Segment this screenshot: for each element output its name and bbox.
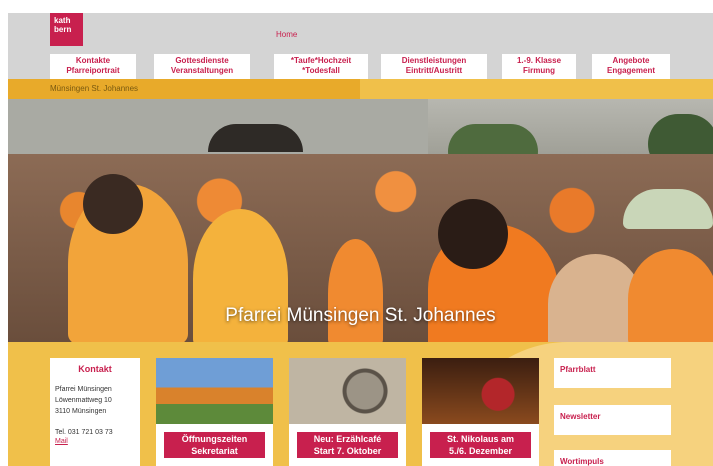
nav-klasse[interactable]: 1.-9. Klasse Firmung xyxy=(502,54,576,79)
nav-taufe[interactable]: *Taufe*Hochzeit *Todesfall xyxy=(274,54,368,79)
logo-line-1: kath xyxy=(54,16,71,25)
kontakt-phone: Tel. 031 721 03 73 xyxy=(55,429,113,436)
hero-image: Pfarrei Münsingen St. Johannes xyxy=(8,99,713,342)
kontakt-mail-link[interactable]: Mail xyxy=(55,438,135,445)
tile-image-nikolaus xyxy=(422,358,539,424)
nav-label: Pfarreiportrait xyxy=(66,66,120,75)
breadcrumb-bar: Münsingen St. Johannes xyxy=(8,79,713,99)
nav-label: Dienstleistungen xyxy=(401,56,467,65)
hero-person-head xyxy=(438,199,508,269)
tile-label-line: 5./6. Dezember xyxy=(448,446,513,456)
tile-label-line: Start 7. Oktober xyxy=(313,446,382,456)
kontakt-city: 3110 Münsingen xyxy=(55,408,107,415)
kath-bern-logo[interactable]: kath bern xyxy=(50,13,83,46)
nav-label: Firmung xyxy=(523,66,555,75)
hero-person-head xyxy=(83,174,143,234)
nav-angebote[interactable]: Angebote Engagement xyxy=(592,54,670,79)
nav-label: Eintritt/Austritt xyxy=(405,66,463,75)
tile-label-line: Sekretariat xyxy=(191,446,238,456)
nav-label: Angebote xyxy=(612,56,650,65)
home-link[interactable]: Home xyxy=(276,30,297,39)
kontakt-name: Pfarrei Münsingen xyxy=(55,386,112,393)
nav-dienstleistungen[interactable]: Dienstleistungen Eintritt/Austritt xyxy=(381,54,487,79)
nav-label: *Todesfall xyxy=(302,66,340,75)
nav-label: Gottesdienste xyxy=(175,56,229,65)
nav-gottesdienste[interactable]: Gottesdienste Veranstaltungen xyxy=(154,54,250,79)
nav-label: 1.-9. Klasse xyxy=(516,56,562,65)
main-nav: Kontakte Pfarreiportrait Gottesdienste V… xyxy=(8,54,713,79)
tile-label-line: St. Nikolaus am xyxy=(446,434,515,444)
nav-label: Veranstaltungen xyxy=(170,66,234,75)
content-area: Kontakt Pfarrei Münsingen Löwenmattweg 1… xyxy=(8,342,713,466)
tile-erzaehlcafe[interactable]: Neu: Erzählcafé Start 7. Oktober xyxy=(289,358,406,466)
tile-nikolaus[interactable]: St. Nikolaus am 5./6. Dezember xyxy=(422,358,539,466)
hero-hat xyxy=(623,189,713,229)
kontakt-street: Löwenmattweg 10 xyxy=(55,397,112,404)
breadcrumb[interactable]: Münsingen St. Johannes xyxy=(50,84,138,93)
tile-image-cafe xyxy=(289,358,406,424)
kontakt-title: Kontakt xyxy=(78,364,112,374)
tile-oeffnungszeiten[interactable]: Öffnungszeiten Sekretariat xyxy=(156,358,273,466)
tile-label: Öffnungszeiten Sekretariat xyxy=(164,432,265,458)
tile-label: St. Nikolaus am 5./6. Dezember xyxy=(430,432,531,458)
nav-label: Kontakte xyxy=(75,56,111,65)
nav-kontakte[interactable]: Kontakte Pfarreiportrait xyxy=(50,54,136,79)
hero-tent xyxy=(208,124,303,152)
nav-label: *Taufe*Hochzeit xyxy=(290,56,352,65)
nav-label: Engagement xyxy=(606,66,655,75)
link-wortimpuls[interactable]: Wortimpuls xyxy=(554,450,671,466)
hero-person xyxy=(628,249,713,342)
link-pfarrblatt[interactable]: Pfarrblatt xyxy=(554,358,671,388)
tile-label-line: Öffnungszeiten xyxy=(181,434,248,444)
tile-label-line: Neu: Erzählcafé xyxy=(313,434,382,444)
logo-line-2: bern xyxy=(54,25,72,34)
hero-title: Pfarrei Münsingen St. Johannes xyxy=(225,305,496,326)
tile-image-autumn xyxy=(156,358,273,424)
site-header: kath bern Home Kontakte Pfarreiportrait … xyxy=(8,13,713,79)
kontakt-box: Kontakt Pfarrei Münsingen Löwenmattweg 1… xyxy=(50,358,140,466)
tile-label: Neu: Erzählcafé Start 7. Oktober xyxy=(297,432,398,458)
link-newsletter[interactable]: Newsletter xyxy=(554,405,671,435)
